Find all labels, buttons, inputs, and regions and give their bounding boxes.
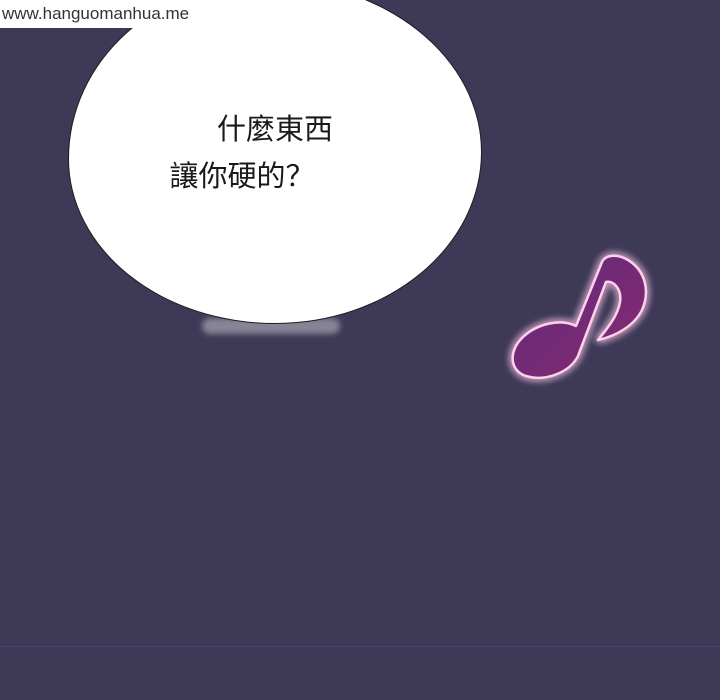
music-note-icon [494, 240, 664, 400]
speech-bubble-text: 什麼東西 讓你硬的？ [68, 106, 482, 200]
speech-line-2: 讓你硬的？ [169, 159, 315, 193]
panel-divider [0, 646, 720, 647]
watermark: www.hanguomanhua.me [0, 0, 196, 28]
music-note-svg [511, 254, 648, 379]
speech-line-1: 什麼東西 [216, 112, 333, 146]
comic-panel: www.hanguomanhua.me 什麼東西 讓你硬的？ [0, 0, 720, 700]
music-note-shape [511, 254, 648, 379]
